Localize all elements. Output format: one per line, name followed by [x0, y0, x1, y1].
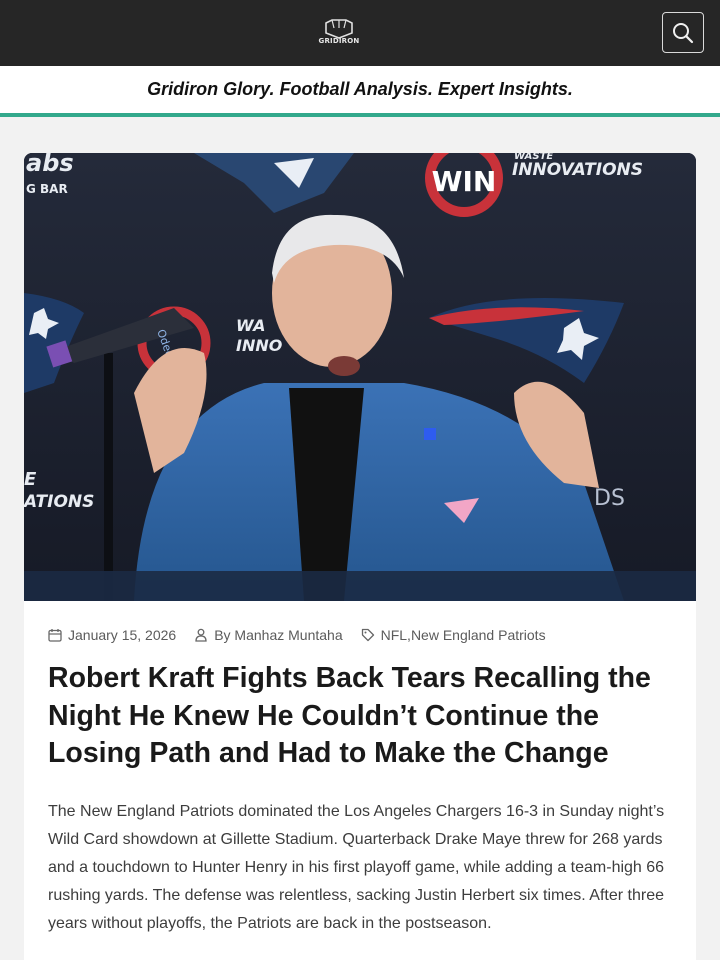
- user-icon: [195, 628, 207, 642]
- site-tagline: Gridiron Glory. Football Analysis. Exper…: [147, 79, 573, 99]
- article-date: January 15, 2026: [48, 627, 176, 643]
- svg-text:abs: abs: [26, 153, 74, 177]
- svg-text:DS: DS: [594, 486, 625, 511]
- logo-text: GRIDIRON: [318, 37, 360, 45]
- article-card: WIN INNOVATIONS WASTE abs G BAR E ATIONS…: [24, 153, 696, 960]
- article-meta: January 15, 2026 By Manhaz Muntaha NFL,N…: [48, 626, 564, 644]
- tag-icon: [361, 628, 374, 642]
- site-logo[interactable]: GRIDIRON: [319, 17, 359, 47]
- svg-text:E: E: [24, 469, 37, 490]
- press-conference-photo: WIN INNOVATIONS WASTE abs G BAR E ATIONS…: [24, 153, 696, 601]
- search-button[interactable]: [662, 12, 704, 53]
- article-author[interactable]: By Manhaz Muntaha: [194, 627, 343, 643]
- date-text: January 15, 2026: [68, 627, 177, 643]
- calendar-icon: [48, 629, 62, 642]
- svg-text:WA: WA: [236, 316, 265, 335]
- article-excerpt: The New England Patriots dominated the L…: [48, 803, 665, 932]
- svg-text:G BAR: G BAR: [26, 182, 68, 196]
- author-text: By Manhaz Muntaha: [214, 627, 343, 643]
- logo-emblem-icon: [325, 19, 353, 39]
- svg-text:INNO: INNO: [236, 336, 283, 355]
- svg-text:WIN: WIN: [432, 165, 497, 198]
- backdrop-text-innovations: INNOVATIONS: [512, 160, 643, 180]
- site-header: GRIDIRON: [0, 0, 720, 66]
- article-featured-image[interactable]: WIN INNOVATIONS WASTE abs G BAR E ATIONS…: [24, 153, 696, 601]
- article-categories[interactable]: NFL,New England Patriots: [361, 627, 546, 643]
- svg-text:WASTE: WASTE: [514, 153, 553, 162]
- categories-text: NFL,New England Patriots: [380, 627, 546, 643]
- search-icon: [673, 22, 694, 43]
- article-title[interactable]: Robert Kraft Fights Back Tears Recalling…: [48, 660, 672, 773]
- svg-text:ATIONS: ATIONS: [24, 492, 94, 512]
- tagline-bar: Gridiron Glory. Football Analysis. Exper…: [0, 66, 720, 117]
